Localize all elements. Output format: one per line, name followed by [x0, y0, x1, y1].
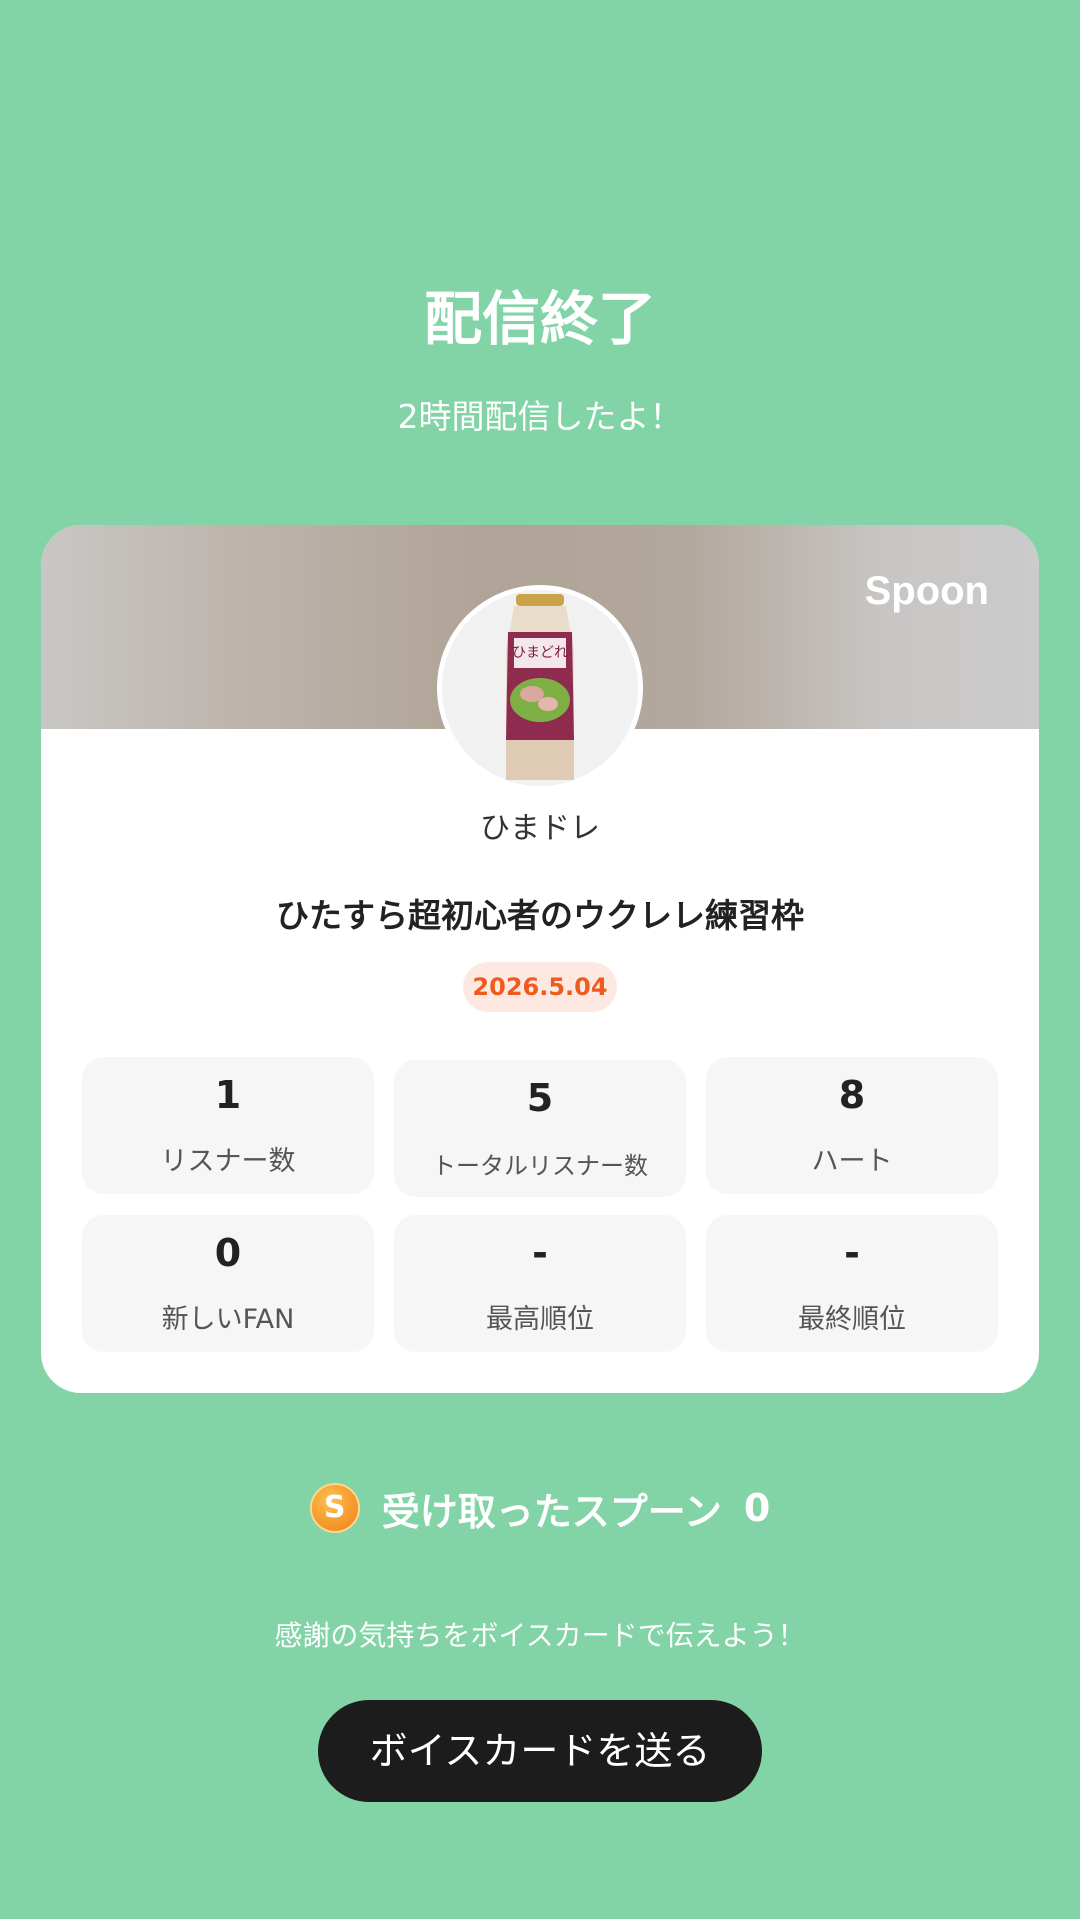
received-spoons-label: 受け取ったスプーン [381, 1489, 722, 1534]
broadcast-date-badge: 2026.5.04 [463, 962, 617, 1012]
thanks-message: 感謝の気持ちをボイスカードで伝えよう！ [274, 1619, 806, 1652]
stat-new-fans: 0 新しいFAN [82, 1215, 374, 1352]
stat-label: 最高順位 [486, 1304, 594, 1335]
stream-title: ひたすら超初心者のウクレレ練習枠 [276, 896, 804, 935]
stat-total-listeners: 5 トータルリスナー数 [394, 1060, 686, 1197]
page-title: 配信終了 [423, 285, 656, 353]
stat-hearts: 8 ハート [706, 1057, 998, 1194]
stat-label: 新しいFAN [161, 1304, 295, 1335]
stat-highest-rank: - 最高順位 [394, 1215, 686, 1352]
stat-value: 5 [526, 1076, 554, 1120]
spoon-logo: Spoon [864, 569, 989, 613]
stat-label: ハート [811, 1146, 893, 1177]
stat-label: トータルリスナー数 [432, 1152, 648, 1180]
stat-final-rank: - 最終順位 [706, 1215, 998, 1352]
broadcast-duration-text: 2時間配信したよ！ [397, 397, 683, 436]
received-spoons-count: 0 [743, 1486, 771, 1530]
stat-value: 8 [838, 1073, 866, 1117]
avatar: ひまどれ [437, 585, 643, 791]
received-spoons-row: S 受け取ったスプーン 0 [0, 1480, 1080, 1536]
stat-value: - [532, 1231, 548, 1275]
broadcast-summary-card: Spoon ひまどれ ひまドレ ひたすら超初心者のウクレレ練習枠 2026.5.… [41, 525, 1039, 1393]
stat-listeners: 1 リスナー数 [82, 1057, 374, 1194]
stat-value: 0 [214, 1231, 242, 1275]
stat-value: - [844, 1231, 860, 1275]
svg-text:ひまどれ: ひまどれ [512, 645, 568, 661]
stat-label: リスナー数 [160, 1146, 296, 1177]
stat-value: 1 [214, 1073, 242, 1117]
spoon-coin-icon: S [309, 1483, 360, 1533]
send-voice-card-button[interactable]: ボイスカードを送る [318, 1700, 762, 1802]
stat-label: 最終順位 [798, 1304, 906, 1335]
dressing-bottle-image: ひまどれ [442, 590, 638, 786]
dj-name: ひまドレ [480, 811, 600, 846]
